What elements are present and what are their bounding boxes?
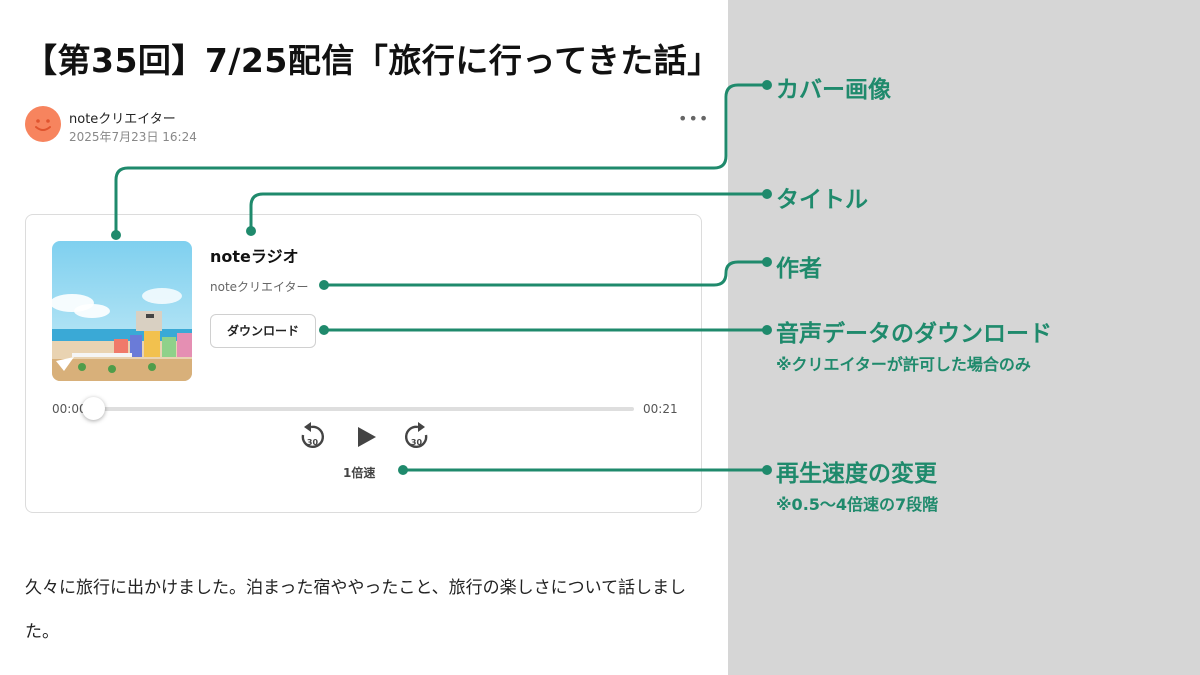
annotation-author: 作者 <box>776 256 822 282</box>
annotation-cover: カバー画像 <box>776 77 891 103</box>
annotation-download: 音声データのダウンロード <box>776 321 1052 347</box>
annotation-speed-note: ※0.5〜4倍速の7段階 <box>776 495 939 514</box>
annotation-download-note: ※クリエイターが許可した場合のみ <box>776 355 1031 374</box>
annotation-title: タイトル <box>776 187 868 213</box>
annotation-speed: 再生速度の変更 <box>776 461 937 487</box>
